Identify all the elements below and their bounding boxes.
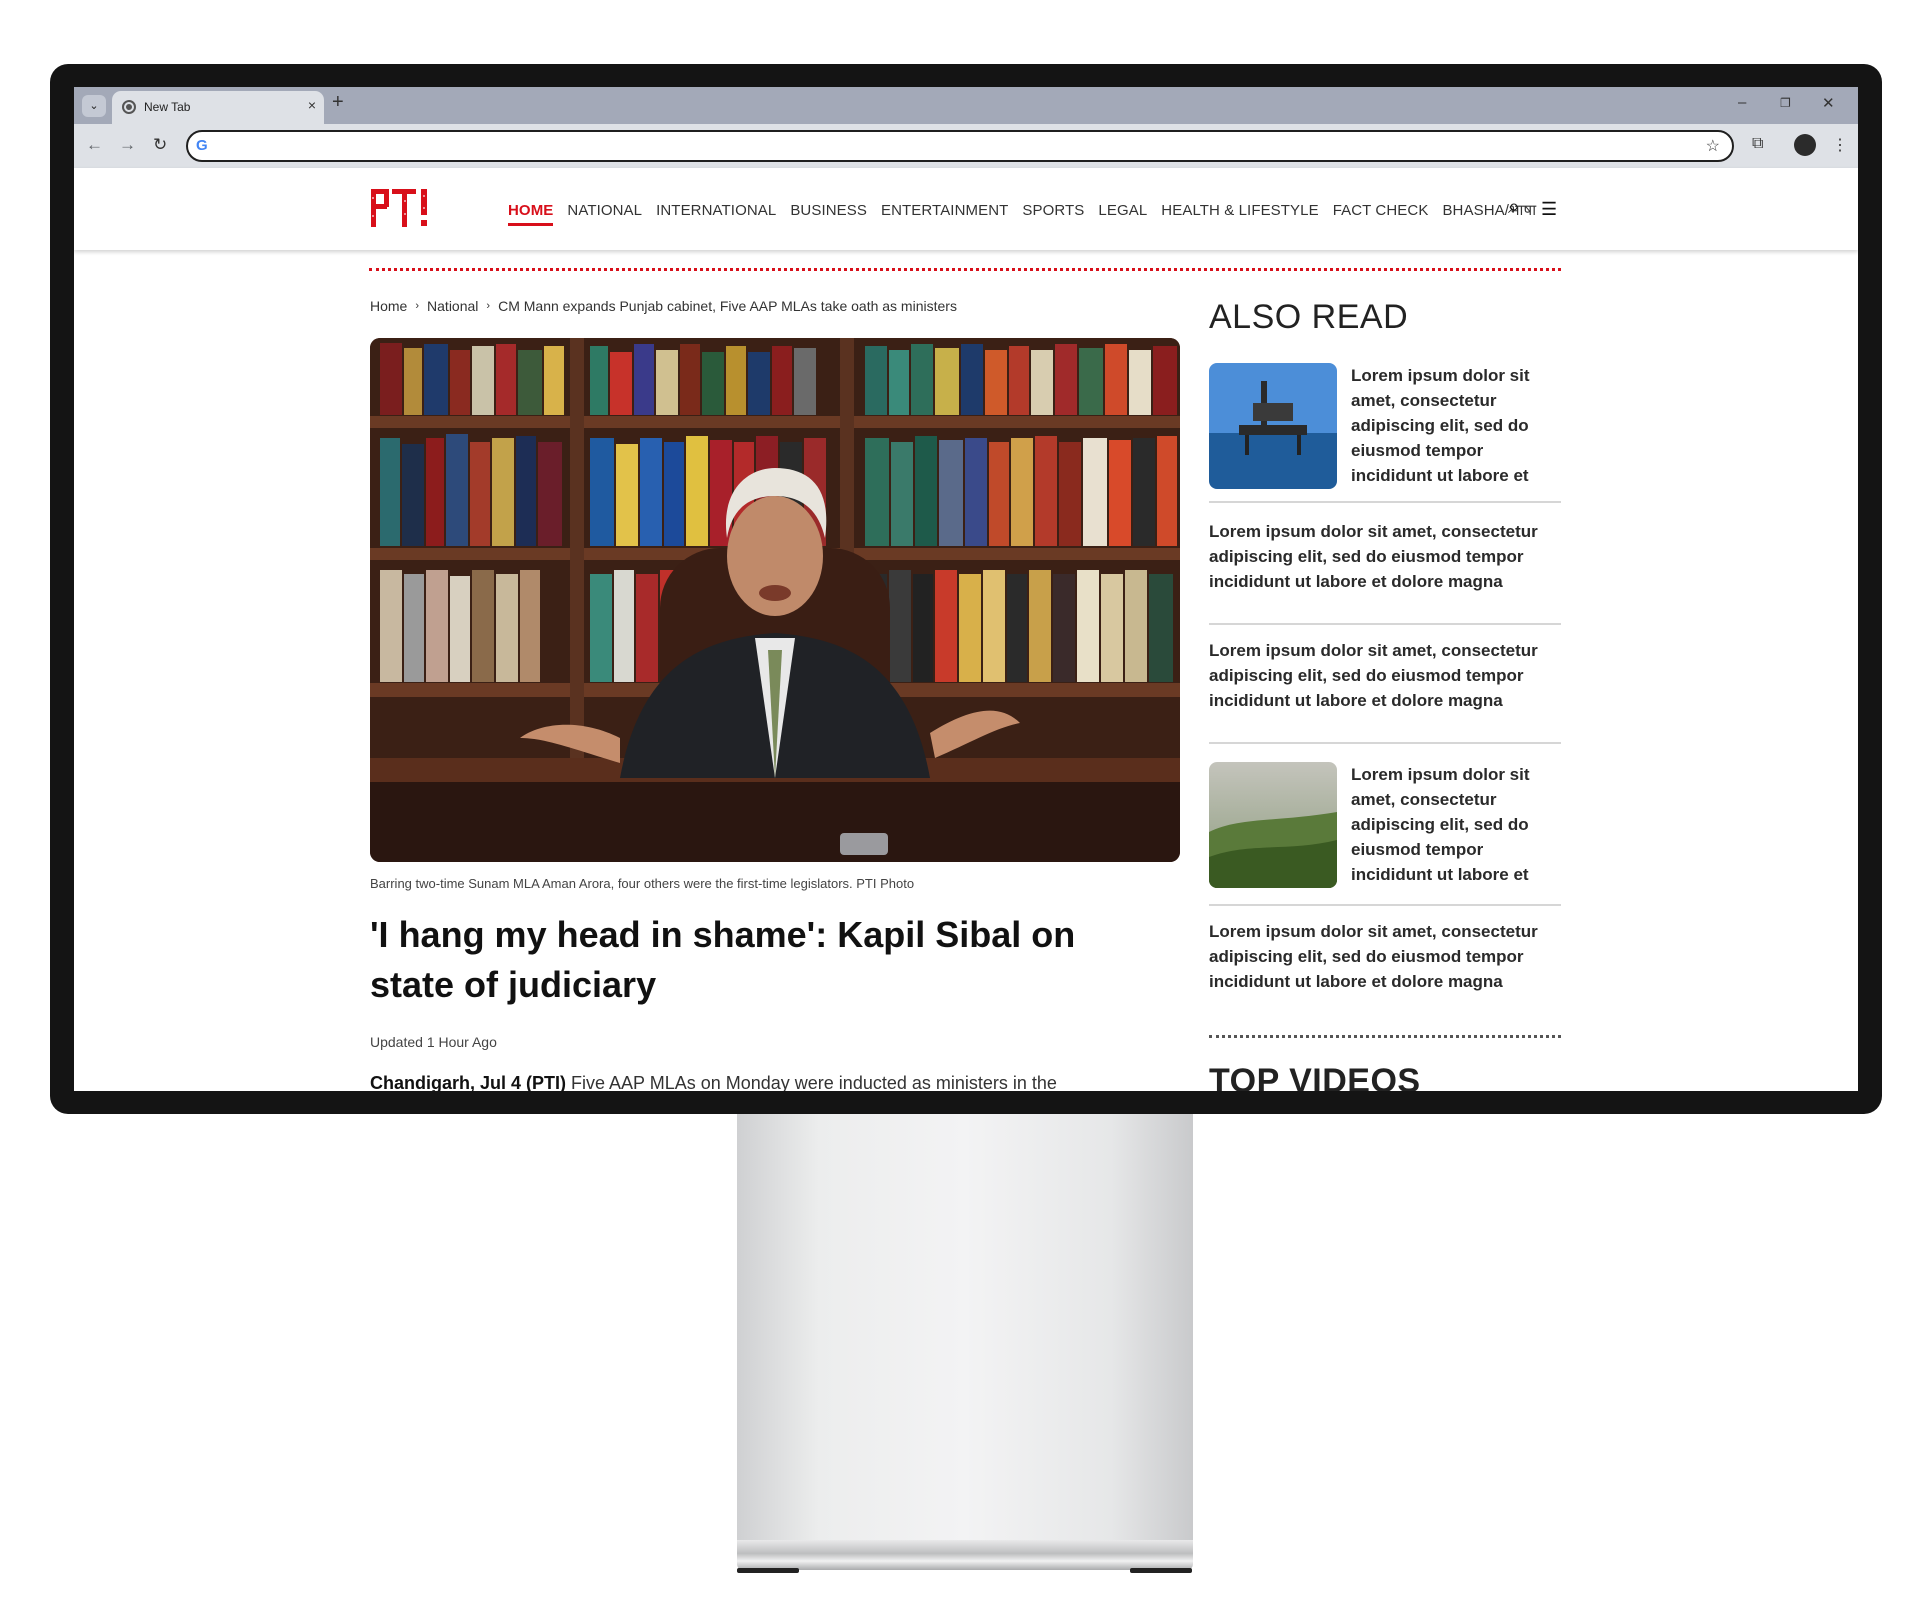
article-dateline: Chandigarh, Jul 4 (PTI) bbox=[370, 1073, 567, 1091]
nav-legal[interactable]: LEGAL bbox=[1098, 202, 1147, 219]
also-read-title[interactable]: Lorem ipsum dolor sit amet, consectetur … bbox=[1351, 363, 1561, 488]
pti-logo-graphic bbox=[371, 189, 427, 227]
lawyer-in-office-photo bbox=[370, 338, 1180, 862]
article-headline: 'I hang my head in shame': Kapil Sibal o… bbox=[370, 914, 1076, 1005]
also-read-title[interactable]: Lorem ipsum dolor sit amet, consectetur … bbox=[1351, 762, 1561, 887]
main-nav: HOME NATIONAL INTERNATIONAL BUSINESS ENT… bbox=[508, 198, 1550, 226]
also-read-item[interactable]: Lorem ipsum dolor sit amet, consectetur … bbox=[1209, 363, 1561, 503]
reload-button[interactable]: ↻ bbox=[153, 135, 167, 155]
nav-home[interactable]: HOME bbox=[508, 202, 554, 226]
address-bar[interactable]: G ☆ bbox=[186, 130, 1734, 162]
site-header: HOME NATIONAL INTERNATIONAL BUSINESS ENT… bbox=[74, 168, 1858, 250]
back-button[interactable]: ← bbox=[86, 135, 103, 155]
breadcrumb-current: CM Mann expands Punjab cabinet, Five AAP… bbox=[498, 298, 957, 314]
nav-fact-check[interactable]: FACT CHECK bbox=[1333, 202, 1429, 219]
article-lede-text: Five AAP MLAs on Monday were inducted as… bbox=[566, 1073, 1057, 1091]
nav-bhasha[interactable]: BHASHA/भाषा bbox=[1442, 200, 1536, 220]
tab-new-tab[interactable]: New Tab × bbox=[112, 91, 324, 124]
forward-button[interactable]: → bbox=[119, 135, 136, 155]
also-read-item[interactable]: Lorem ipsum dolor sit amet, consectetur … bbox=[1209, 519, 1561, 625]
browser-toolbar: ← → ↻ G ☆ ⧉ ⋮ bbox=[74, 124, 1858, 168]
monitor-stand bbox=[737, 1114, 1193, 1554]
browser-window: ⌄ New Tab × + – ❐ ✕ ← → ↻ G ☆ ⧉ ⋮ HOME N… bbox=[74, 87, 1858, 1091]
nav-entertainment[interactable]: ENTERTAINMENT bbox=[881, 202, 1008, 219]
nav-business[interactable]: BUSINESS bbox=[790, 202, 867, 219]
also-read-title[interactable]: Lorem ipsum dolor sit amet, consectetur … bbox=[1209, 919, 1561, 994]
hamburger-menu-icon[interactable]: ☰ bbox=[1541, 199, 1557, 220]
restore-button[interactable]: ❐ bbox=[1780, 96, 1791, 110]
oil-rig-photo bbox=[1209, 363, 1337, 489]
pti-logo[interactable] bbox=[369, 185, 435, 229]
chrome-icon bbox=[122, 100, 136, 114]
also-read-thumbnail[interactable] bbox=[1209, 762, 1337, 888]
tab-list-button[interactable]: ⌄ bbox=[82, 95, 106, 117]
also-read-item[interactable]: Lorem ipsum dolor sit amet, consectetur … bbox=[1209, 638, 1561, 744]
also-read-title[interactable]: Lorem ipsum dolor sit amet, consectetur … bbox=[1209, 638, 1561, 713]
stand-foot-left bbox=[737, 1568, 799, 1573]
breadcrumb: Home › National › CM Mann expands Punjab… bbox=[370, 298, 957, 314]
new-tab-button[interactable]: + bbox=[332, 91, 344, 114]
breadcrumb-home[interactable]: Home bbox=[370, 298, 407, 314]
section-divider bbox=[369, 268, 1561, 271]
also-read-item[interactable]: Lorem ipsum dolor sit amet, consectetur … bbox=[1209, 919, 1561, 1023]
google-icon: G bbox=[196, 137, 208, 154]
misty-hills-photo bbox=[1209, 762, 1337, 888]
browser-menu-icon[interactable]: ⋮ bbox=[1832, 135, 1848, 155]
article-hero-image bbox=[370, 338, 1180, 862]
also-read-title[interactable]: Lorem ipsum dolor sit amet, consectetur … bbox=[1209, 519, 1561, 594]
nav-international[interactable]: INTERNATIONAL bbox=[656, 202, 776, 219]
breadcrumb-national[interactable]: National bbox=[427, 298, 478, 314]
also-read-item[interactable]: Lorem ipsum dolor sit amet, consectetur … bbox=[1209, 762, 1561, 906]
nav-health-lifestyle[interactable]: HEALTH & LIFESTYLE bbox=[1161, 202, 1318, 219]
stand-foot-right bbox=[1130, 1568, 1192, 1573]
also-read-thumbnail[interactable] bbox=[1209, 363, 1337, 489]
breadcrumb-separator: › bbox=[415, 300, 420, 312]
tab-title: New Tab bbox=[144, 100, 191, 114]
nav-national[interactable]: NATIONAL bbox=[567, 202, 642, 219]
minimize-button[interactable]: – bbox=[1738, 94, 1746, 111]
bookmark-star-icon[interactable]: ☆ bbox=[1706, 136, 1720, 156]
monitor-stand-base bbox=[737, 1540, 1193, 1570]
top-videos-heading: TOP VIDEOS bbox=[1209, 1062, 1421, 1091]
sidebar-divider bbox=[1209, 1035, 1561, 1038]
search-icon[interactable]: ⌕ bbox=[1508, 195, 1520, 219]
tab-close-icon[interactable]: × bbox=[308, 97, 316, 113]
extensions-icon[interactable]: ⧉ bbox=[1752, 135, 1763, 153]
profile-avatar-icon[interactable] bbox=[1794, 134, 1816, 156]
also-read-heading: ALSO READ bbox=[1209, 298, 1409, 336]
article-updated-time: Updated 1 Hour Ago bbox=[370, 1034, 497, 1050]
tab-bar: ⌄ New Tab × + – ❐ ✕ bbox=[74, 87, 1858, 124]
article-lede: Chandigarh, Jul 4 (PTI) Five AAP MLAs on… bbox=[370, 1073, 1190, 1091]
image-caption: Barring two-time Sunam MLA Aman Arora, f… bbox=[370, 876, 915, 891]
nav-sports[interactable]: SPORTS bbox=[1022, 202, 1084, 219]
monitor-mockup: ⌄ New Tab × + – ❐ ✕ ← → ↻ G ☆ ⧉ ⋮ HOME N… bbox=[0, 0, 1920, 1608]
breadcrumb-separator: › bbox=[486, 300, 491, 312]
close-window-button[interactable]: ✕ bbox=[1822, 94, 1835, 112]
